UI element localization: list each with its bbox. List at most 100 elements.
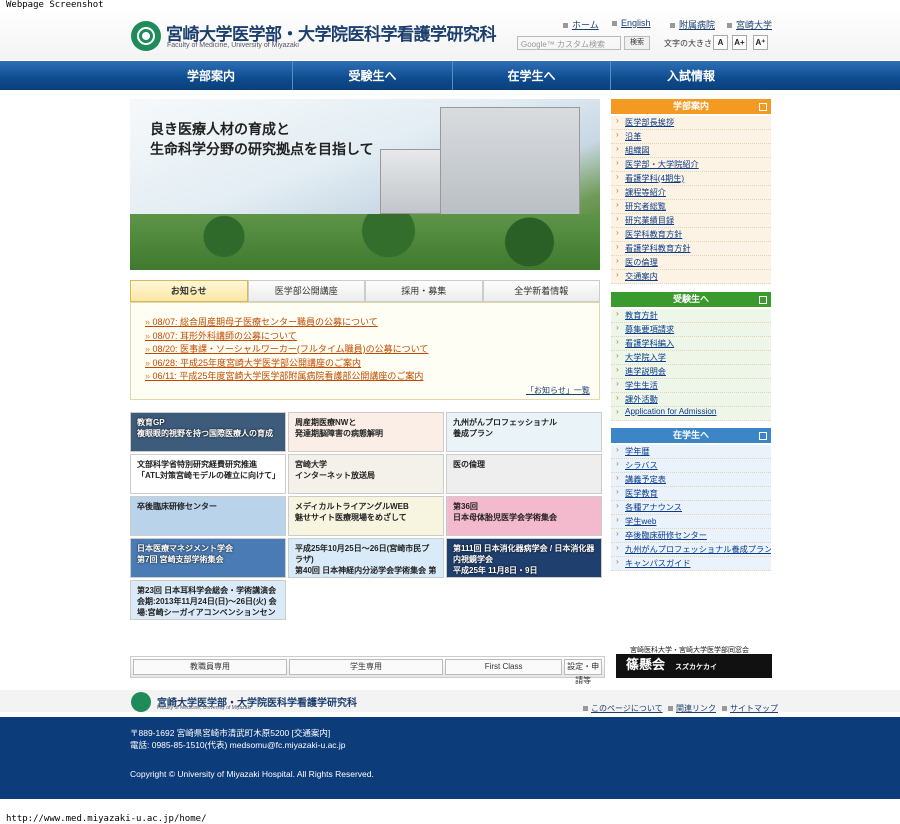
sidebar-item[interactable]: シラバス: [611, 459, 771, 473]
sidebar-item[interactable]: 教育方針: [611, 309, 771, 323]
first-class-button[interactable]: First Class: [445, 659, 563, 675]
nav-faculty-guide[interactable]: 学部案内: [130, 61, 293, 90]
students-only-button[interactable]: 学生専用: [289, 659, 443, 675]
banner-link[interactable]: 日本医療マネジメント学会 第7回 宮崎支部学術集会: [130, 538, 286, 578]
sidebar-item[interactable]: 沿革: [611, 130, 771, 144]
university-logo-icon[interactable]: [131, 21, 161, 51]
sidebar-item[interactable]: 研究業績目録: [611, 214, 771, 228]
hero-headline-1: 良き医療人材の育成と: [150, 122, 290, 138]
search-input[interactable]: Google™ カスタム検索: [517, 36, 621, 50]
banner-title: 平成25年10月25日〜26日(宮崎市民プラザ): [295, 544, 430, 564]
banner-link[interactable]: 第23回 日本耳科学会総会・学術講演会 会期:2013年11月24日(日)〜26日…: [130, 580, 286, 620]
news-item[interactable]: 08/07: 耳形外科講師の公募について: [145, 329, 585, 343]
banner-subtitle: 第40回 日本神経内分泌学会学術集会 第38回 日本比較内分泌学会大会: [295, 566, 437, 575]
footer-subtitle: Faculty of Medicine, University of Miyaz…: [157, 705, 252, 711]
about-page-link[interactable]: このページについて: [583, 703, 663, 714]
banner-subtitle: 養成プラン: [453, 429, 493, 438]
banner-title: メディカルトライアングルWEB: [295, 502, 409, 511]
banner-title: 日本医療マネジメント学会: [137, 544, 233, 553]
news-item[interactable]: 06/28: 平成25年度宮崎大学医学部公開講座のご案内: [145, 356, 585, 370]
sidebar-item[interactable]: 進学説明会: [611, 365, 771, 379]
sidebar-item[interactable]: 課程等紹介: [611, 186, 771, 200]
sidebar-item[interactable]: 医学教育: [611, 487, 771, 501]
sidebar-item[interactable]: 講義予定表: [611, 473, 771, 487]
sidebar-item[interactable]: 医学科教育方針: [611, 228, 771, 242]
quick-links-bar: 教職員専用 学生専用 First Class 設定・申請等: [130, 656, 605, 685]
home-link[interactable]: ホーム: [563, 18, 599, 31]
hero-headline-2: 生命科学分野の研究拠点を目指して: [150, 142, 374, 158]
sidebar-list: 学年暦シラバス講義予定表医学教育各種アナウンス学生web卒後臨床研修センター九州…: [611, 445, 771, 571]
font-size-normal-button[interactable]: A: [713, 35, 728, 50]
sidebar-item[interactable]: 看護学科(4期生): [611, 172, 771, 186]
sidebar-item[interactable]: 看護学科教育方針: [611, 242, 771, 256]
tab-news[interactable]: お知らせ: [130, 280, 248, 302]
sidebar-list: 教育方針募集要項請求看護学科編入大学院入学進学説明会学生生活課外活動Applic…: [611, 309, 771, 421]
font-size-larger-button[interactable]: A⁺: [753, 35, 768, 50]
banner-link[interactable]: 九州がんプロフェッショナル 養成プラン: [446, 412, 602, 452]
footer-address: 〒889-1692 宮崎県宮崎市清武町木原5200 [交通案内]: [130, 728, 331, 738]
sidebar-item[interactable]: キャンパスガイド: [611, 557, 771, 571]
sidebar-item[interactable]: 卒後臨床研修センター: [611, 529, 771, 543]
tab-university-news[interactable]: 全学新着情報: [482, 280, 600, 302]
news-item[interactable]: 08/07: 総合周産期母子医療センター職員の公募について: [145, 315, 585, 329]
sidebar-item[interactable]: 看護学科編入: [611, 337, 771, 351]
banner-title: 九州がんプロフェッショナル: [453, 418, 557, 427]
banner-title: 文部科学省特別研究経費研究推進: [137, 460, 257, 469]
university-link[interactable]: 宮崎大学: [727, 18, 772, 31]
banner-link[interactable]: 第36回 日本母体胎児医学会学術集会: [446, 496, 602, 536]
page-url: http://www.med.miyazaki-u.ac.jp/home/: [6, 814, 207, 824]
alumni-kana: スズカケカイ: [675, 662, 718, 671]
hero-image: 良き医療人材の育成と 生命科学分野の研究拠点を目指して: [130, 99, 600, 270]
alumni-banner[interactable]: 篠懸会 スズカケカイ: [616, 654, 772, 678]
banner-link[interactable]: 平成25年10月25日〜26日(宮崎市民プラザ) 第40回 日本神経内分泌学会学術…: [288, 538, 444, 578]
search-button[interactable]: 検索: [624, 36, 650, 50]
tab-public-lectures[interactable]: 医学部公開講座: [247, 280, 365, 302]
settings-button[interactable]: 設定・申請等: [564, 659, 602, 685]
news-item[interactable]: 06/11: 平成25年度宮崎大学医学部附属病院看護部公開講座のご案内: [145, 369, 585, 383]
nav-students[interactable]: 在学生へ: [453, 61, 611, 90]
sidebar-heading[interactable]: 受験生へ: [611, 292, 771, 307]
sidebar-item[interactable]: 研究者総覧: [611, 200, 771, 214]
english-link[interactable]: English: [612, 18, 651, 28]
news-item[interactable]: 08/20: 医事課・ソーシャルワーカー(フルタイム職員)の公募について: [145, 342, 585, 356]
font-size-large-button[interactable]: A+: [732, 35, 747, 50]
sidebar-item[interactable]: 医学部・大学院紹介: [611, 158, 771, 172]
banner-link[interactable]: 文部科学省特別研究経費研究推進「ATL対策宮崎モデルの確立に向けて」: [130, 454, 286, 494]
banner-link[interactable]: 卒後臨床研修センター: [130, 496, 286, 536]
sidebar-item[interactable]: 医の倫理: [611, 256, 771, 270]
sidebar-heading[interactable]: 学部案内: [611, 99, 771, 114]
banner-link[interactable]: メディカルトライアングルWEB 魅せサイト医療現場をめざして: [288, 496, 444, 536]
news-more-link[interactable]: 「お知らせ」一覧: [526, 385, 590, 396]
sidebar-item[interactable]: 組織図: [611, 144, 771, 158]
sidebar-item[interactable]: 交通案内: [611, 270, 771, 284]
banner-link[interactable]: 第111回 日本消化器病学会 / 日本消化器内視鏡学会 平成25年 11月8日・9…: [446, 538, 602, 578]
nav-applicants[interactable]: 受験生へ: [293, 61, 453, 90]
sidebar-heading[interactable]: 在学生へ: [611, 428, 771, 443]
banner-link[interactable]: 医の倫理: [446, 454, 602, 494]
related-links-link[interactable]: 関連リンク: [668, 703, 716, 714]
hospital-link[interactable]: 附属病院: [670, 18, 715, 31]
sidebar-item[interactable]: 課外活動: [611, 393, 771, 407]
sidebar-item[interactable]: 大学院入学: [611, 351, 771, 365]
sitemap-link[interactable]: サイトマップ: [722, 703, 778, 714]
banner-subtitle: 複眼眼的視野を持つ国際医療人の育成: [137, 429, 273, 438]
sidebar-item[interactable]: Application for Admission: [611, 407, 771, 421]
banner-subtitle: 「ATL対策宮崎モデルの確立に向けて」: [137, 471, 280, 480]
sidebar-item[interactable]: 各種アナウンス: [611, 501, 771, 515]
tab-recruitment[interactable]: 採用・募集: [365, 280, 483, 302]
nav-admissions[interactable]: 入試情報: [611, 61, 771, 90]
sidebar-item[interactable]: 学年暦: [611, 445, 771, 459]
sidebar-item[interactable]: 九州がんプロフェッショナル養成プラン: [611, 543, 771, 557]
sidebar-item[interactable]: 学生web: [611, 515, 771, 529]
banner-link[interactable]: 周産期医療NWと 発達期脳障害の病態解明: [288, 412, 444, 452]
sidebar-item[interactable]: 医学部長挨拶: [611, 116, 771, 130]
staff-only-button[interactable]: 教職員専用: [133, 659, 287, 675]
sidebar-item[interactable]: 募集要項請求: [611, 323, 771, 337]
banner-title: 教育GP: [137, 418, 165, 427]
banner-link[interactable]: 宮崎大学 インターネット放送局: [288, 454, 444, 494]
sidebar-item[interactable]: 学生生活: [611, 379, 771, 393]
font-size-label: 文字の大きさ: [664, 39, 712, 48]
footer-logo-icon: [131, 692, 151, 712]
banner-link[interactable]: 教育GP 複眼眼的視野を持つ国際医療人の育成: [130, 412, 286, 452]
banner-subtitle: 会期:2013年11月24日(日)〜26日(火) 会場:宮崎シーガイアコンベンシ…: [137, 597, 277, 617]
